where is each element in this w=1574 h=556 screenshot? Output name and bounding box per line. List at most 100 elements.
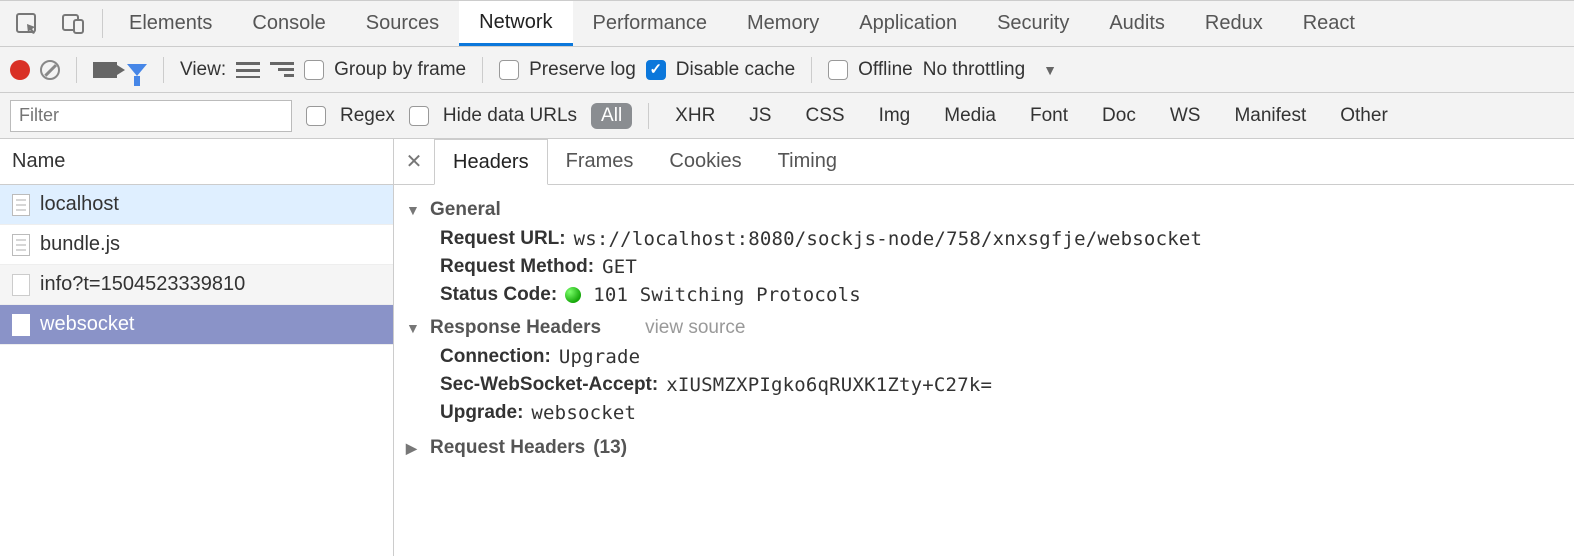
tab-elements[interactable]: Elements <box>109 1 232 46</box>
tab-label: React <box>1303 12 1355 35</box>
response-header-row: Sec-WebSocket-Accept: xIUSMZXPIgko6qRUXK… <box>406 371 1574 399</box>
type-filter-manifest[interactable]: Manifest <box>1224 103 1316 129</box>
tab-label: Timing <box>778 150 837 173</box>
request-row[interactable]: localhost <box>0 185 393 225</box>
header-name: Upgrade: <box>440 402 523 424</box>
separator <box>76 57 77 83</box>
document-icon <box>12 194 30 216</box>
general-request-method: Request Method: GET <box>406 253 1574 281</box>
disclosure-triangle-icon: ▶ <box>406 440 422 457</box>
chevron-down-icon: ▼ <box>1043 62 1057 78</box>
large-rows-icon[interactable] <box>236 62 260 78</box>
type-filter-css[interactable]: CSS <box>795 103 854 129</box>
type-filter-doc[interactable]: Doc <box>1092 103 1146 129</box>
type-filter-font[interactable]: Font <box>1020 103 1078 129</box>
network-filter-bar: Regex Hide data URLs All XHR JS CSS Img … <box>0 93 1574 139</box>
type-filter-img[interactable]: Img <box>869 103 921 129</box>
header-value: websocket <box>531 402 636 424</box>
group-by-frame-checkbox[interactable] <box>304 60 324 80</box>
separator <box>811 57 812 83</box>
response-header-row: Upgrade: websocket <box>406 399 1574 427</box>
request-name: bundle.js <box>40 233 120 256</box>
details-tab-headers[interactable]: Headers <box>434 139 548 185</box>
regex-label: Regex <box>340 105 395 127</box>
preserve-log-label: Preserve log <box>529 59 636 81</box>
request-row[interactable]: websocket <box>0 305 393 345</box>
view-source-link[interactable]: view source <box>645 317 745 339</box>
tab-application[interactable]: Application <box>839 1 977 46</box>
type-filter-xhr[interactable]: XHR <box>665 103 725 129</box>
details-tab-frames[interactable]: Frames <box>548 139 652 184</box>
preserve-log-checkbox[interactable] <box>499 60 519 80</box>
details-tab-cookies[interactable]: Cookies <box>651 139 759 184</box>
tab-sources[interactable]: Sources <box>346 1 459 46</box>
record-button[interactable] <box>10 60 30 80</box>
type-filter-all[interactable]: All <box>591 103 632 129</box>
tab-label: Frames <box>566 150 634 173</box>
section-request-headers[interactable]: ▶ Request Headers (13) <box>406 437 1574 459</box>
label: Request URL: <box>440 228 566 250</box>
filter-toggle-icon[interactable] <box>127 64 147 76</box>
tab-redux[interactable]: Redux <box>1185 1 1283 46</box>
tab-label: Performance <box>593 12 708 35</box>
screenshot-icon[interactable] <box>93 62 117 78</box>
separator <box>102 9 103 38</box>
clear-button[interactable] <box>40 60 60 80</box>
request-name: localhost <box>40 193 119 216</box>
tab-label: Security <box>997 12 1069 35</box>
label: Request Method: <box>440 256 594 278</box>
tab-network[interactable]: Network <box>459 1 572 46</box>
header-name: Connection: <box>440 346 551 368</box>
tab-label: Audits <box>1109 12 1165 35</box>
tab-audits[interactable]: Audits <box>1089 1 1185 46</box>
document-icon <box>12 234 30 256</box>
details-tab-timing[interactable]: Timing <box>760 139 855 184</box>
regex-checkbox[interactable] <box>306 106 326 126</box>
type-filter-media[interactable]: Media <box>934 103 1006 129</box>
tab-console[interactable]: Console <box>232 1 345 46</box>
offline-checkbox[interactable] <box>828 60 848 80</box>
disable-cache-checkbox[interactable] <box>646 60 666 80</box>
request-row[interactable]: bundle.js <box>0 225 393 265</box>
throttling-select[interactable]: No throttling ▼ <box>923 59 1057 81</box>
device-toolbar-icon[interactable] <box>50 1 96 46</box>
separator <box>163 57 164 83</box>
section-general[interactable]: ▼ General <box>406 199 1574 221</box>
column-header-name[interactable]: Name <box>0 139 393 185</box>
type-filter-ws[interactable]: WS <box>1160 103 1211 129</box>
headers-panel: ▼ General Request URL: ws://localhost:80… <box>394 185 1574 463</box>
separator <box>482 57 483 83</box>
value: GET <box>602 256 637 278</box>
status-dot-icon <box>565 287 581 303</box>
tab-react[interactable]: React <box>1283 1 1375 46</box>
view-label: View: <box>180 59 226 81</box>
filter-input[interactable] <box>10 100 292 132</box>
request-details-panel: ✕ Headers Frames Cookies Timing ▼ Genera… <box>394 139 1574 556</box>
section-count: (13) <box>593 437 627 459</box>
network-body: Name localhost bundle.js info?t=15045233… <box>0 139 1574 556</box>
tab-label: Memory <box>747 12 819 35</box>
inspect-element-icon[interactable] <box>4 1 50 46</box>
throttling-value: No throttling <box>923 59 1025 81</box>
value: 101 Switching Protocols <box>593 284 861 306</box>
type-filter-other[interactable]: Other <box>1330 103 1398 129</box>
tab-security[interactable]: Security <box>977 1 1089 46</box>
overview-icon[interactable] <box>270 62 294 78</box>
tab-label: Console <box>252 12 325 35</box>
tab-performance[interactable]: Performance <box>573 1 728 46</box>
offline-label: Offline <box>858 59 913 81</box>
general-request-url: Request URL: ws://localhost:8080/sockjs-… <box>406 225 1574 253</box>
tab-label: Redux <box>1205 12 1263 35</box>
type-filter-js[interactable]: JS <box>739 103 781 129</box>
hide-data-urls-checkbox[interactable] <box>409 106 429 126</box>
close-details-button[interactable]: ✕ <box>394 139 434 184</box>
tab-memory[interactable]: Memory <box>727 1 839 46</box>
section-response-headers[interactable]: ▼ Response Headers view source <box>406 317 1574 339</box>
tab-label: Application <box>859 12 957 35</box>
response-header-row: Connection: Upgrade <box>406 343 1574 371</box>
tab-label: Network <box>479 11 552 34</box>
file-icon <box>12 274 30 296</box>
request-row[interactable]: info?t=1504523339810 <box>0 265 393 305</box>
section-title: Request Headers <box>430 437 585 459</box>
tab-label: Elements <box>129 12 212 35</box>
